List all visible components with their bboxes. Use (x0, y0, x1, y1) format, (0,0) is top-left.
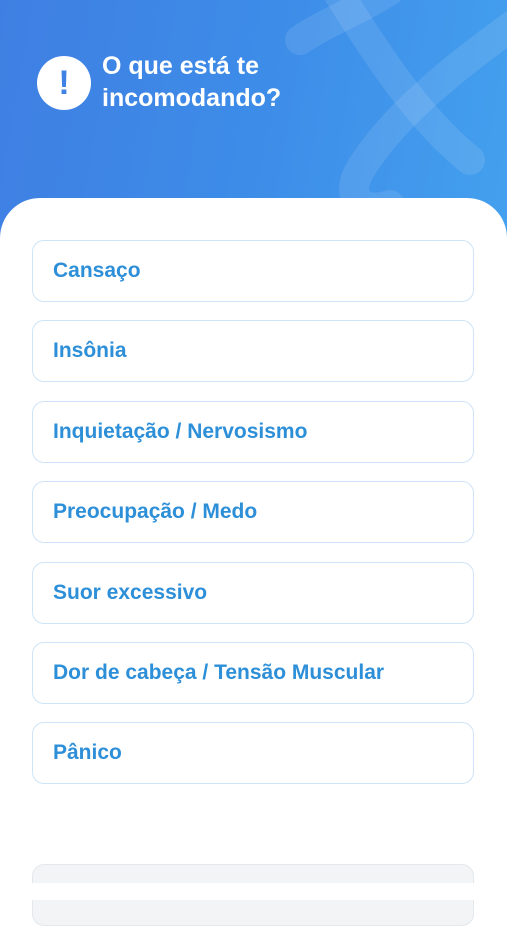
option-label: Preocupação / Medo (53, 500, 258, 523)
exclamation-glyph: ! (58, 64, 70, 102)
option-inquietacao-nervosismo[interactable]: Inquietação / Nervosismo (32, 401, 474, 463)
option-label: Suor excessivo (53, 581, 208, 604)
bottom-cutoff (0, 883, 507, 900)
page-title-line-2: incomodando? (102, 84, 282, 112)
option-panico[interactable]: Pânico (32, 722, 474, 784)
page-title-line-1: O que está te (102, 52, 259, 80)
option-insonia[interactable]: Insônia (32, 320, 474, 382)
option-label: Dor de cabeça / Tensão Muscular (53, 661, 385, 684)
page-title: O que está te incomodando? (102, 50, 402, 114)
options-sheet (0, 198, 507, 900)
exclamation-icon: ! (37, 56, 91, 110)
option-label: Insônia (53, 339, 127, 362)
option-suor-excessivo[interactable]: Suor excessivo (32, 562, 474, 624)
option-label: Pânico (53, 741, 122, 764)
option-preocupacao-medo[interactable]: Preocupação / Medo (32, 481, 474, 543)
option-dor-de-cabeca-tensao-muscular[interactable]: Dor de cabeça / Tensão Muscular (32, 642, 474, 704)
option-cansaco[interactable]: Cansaço (32, 240, 474, 302)
option-label: Cansaço (53, 259, 141, 282)
option-label: Inquietação / Nervosismo (53, 420, 308, 443)
